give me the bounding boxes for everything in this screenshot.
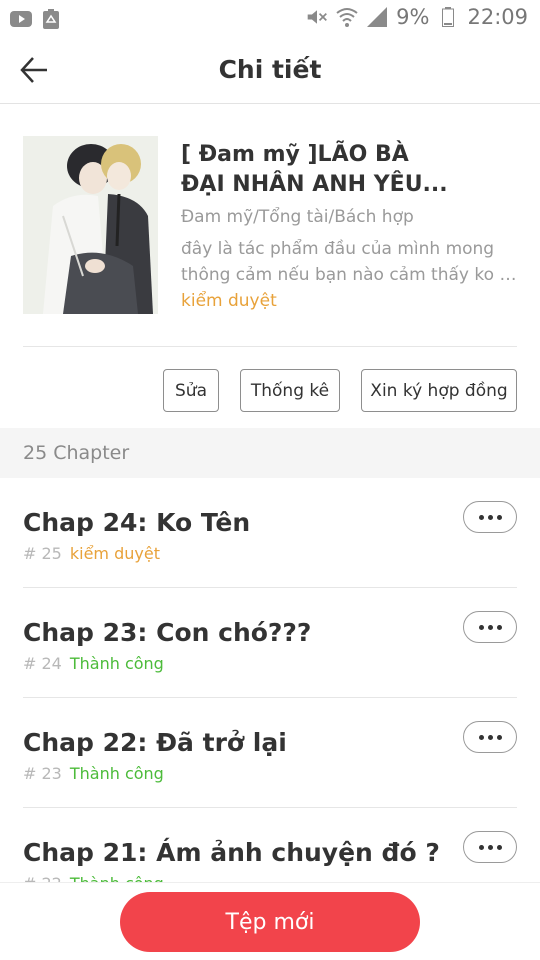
divider xyxy=(23,346,517,347)
book-description-line2: thông cảm nếu bạn nào cảm thấy ko thí... xyxy=(181,265,519,285)
chapter-number: # 25 xyxy=(23,544,62,563)
chapter-meta: # 22 Thành công xyxy=(23,874,164,882)
more-dots-icon xyxy=(496,514,502,520)
more-dots-icon xyxy=(478,514,484,520)
chapter-meta: # 24 Thành công xyxy=(23,654,164,673)
chapter-title: Chap 24: Ko Tên xyxy=(23,508,251,537)
book-title: [ Đam mỹ ]LÃO BÀ ĐẠI NHÂN ANH YÊU... xyxy=(181,140,521,200)
book-description: đây là tác phẩm đầu của mình mong thông … xyxy=(181,236,519,288)
chapter-meta: # 25 kiểm duyệt xyxy=(23,544,160,563)
more-dots-icon xyxy=(496,844,502,850)
book-title-line1: [ Đam mỹ ]LÃO BÀ xyxy=(181,142,409,167)
chapter-title: Chap 22: Đã trở lại xyxy=(23,728,287,757)
book-description-line1: đây là tác phẩm đầu của mình mong xyxy=(181,239,495,259)
more-options-button[interactable] xyxy=(463,831,517,863)
more-dots-icon xyxy=(487,514,493,520)
more-dots-icon xyxy=(496,734,502,740)
chapter-number: # 24 xyxy=(23,654,62,673)
edit-button[interactable]: Sửa xyxy=(163,369,219,412)
battery-icon xyxy=(437,7,459,27)
status-bar-right: 9% 22:09 xyxy=(306,5,528,29)
chapter-item[interactable]: Chap 23: Con chó??? # 24 Thành công xyxy=(0,588,540,698)
battery-percent: 9% xyxy=(396,5,430,29)
more-dots-icon xyxy=(478,624,484,630)
chapter-status: Thành công xyxy=(70,874,164,882)
book-cover-image[interactable] xyxy=(23,136,158,314)
chapter-meta: # 23 Thành công xyxy=(23,764,164,783)
book-genres: Đam mỹ/Tổng tài/Bách hợp xyxy=(181,207,414,227)
youtube-icon xyxy=(10,9,32,29)
chapter-item[interactable]: Chap 21: Ám ảnh chuyện đó ? # 22 Thành c… xyxy=(0,808,540,882)
chapter-item[interactable]: Chap 24: Ko Tên # 25 kiểm duyệt xyxy=(0,478,540,588)
status-bar-left xyxy=(10,9,62,29)
clock: 22:09 xyxy=(467,5,528,29)
chapter-status: Thành công xyxy=(69,654,164,673)
more-dots-icon xyxy=(487,844,493,850)
more-dots-icon xyxy=(496,624,502,630)
new-file-button[interactable]: Tệp mới xyxy=(120,892,420,952)
more-options-button[interactable] xyxy=(463,721,517,753)
chapter-status: kiểm duyệt xyxy=(69,544,160,563)
book-title-line2: ĐẠI NHÂN ANH YÊU... xyxy=(181,172,448,197)
more-dots-icon xyxy=(487,624,493,630)
app-header: Chi tiết xyxy=(0,36,540,104)
book-info: [ Đam mỹ ]LÃO BÀ ĐẠI NHÂN ANH YÊU... Đam… xyxy=(0,104,540,346)
mute-icon xyxy=(306,7,328,27)
book-status-badge: kiểm duyệt xyxy=(181,291,277,311)
chapter-title: Chap 23: Con chó??? xyxy=(23,618,312,647)
chapter-status: Thành công xyxy=(69,764,164,783)
statistics-button[interactable]: Thống kê xyxy=(240,369,340,412)
chapter-title: Chap 21: Ám ảnh chuyện đó ? xyxy=(23,838,440,867)
chapter-count-label: 25 Chapter xyxy=(23,442,130,464)
request-contract-button[interactable]: Xin ký hợp đồng xyxy=(361,369,517,412)
page-title: Chi tiết xyxy=(218,55,322,84)
chapter-count-bar: 25 Chapter xyxy=(0,428,540,478)
more-dots-icon xyxy=(478,734,484,740)
more-dots-icon xyxy=(478,844,484,850)
status-bar: 9% 22:09 xyxy=(0,0,540,36)
chapter-number: # 23 xyxy=(23,764,62,783)
recycle-icon xyxy=(40,9,62,29)
chapter-list: Chap 24: Ko Tên # 25 kiểm duyệt Chap 23:… xyxy=(0,478,540,882)
chapter-number: # 22 xyxy=(23,874,62,882)
more-dots-icon xyxy=(487,734,493,740)
chapter-item[interactable]: Chap 22: Đã trở lại # 23 Thành công xyxy=(0,698,540,808)
signal-icon xyxy=(366,7,388,27)
more-options-button[interactable] xyxy=(463,611,517,643)
bottom-action-bar: Tệp mới xyxy=(0,882,540,960)
wifi-icon xyxy=(336,7,358,27)
more-options-button[interactable] xyxy=(463,501,517,533)
